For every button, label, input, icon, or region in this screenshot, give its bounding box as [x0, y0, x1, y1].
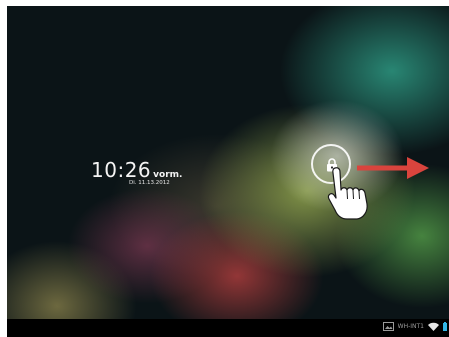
system-bar: WH-INT1 — [7, 319, 449, 337]
clock-date: Di. 11.13.2012 — [129, 180, 170, 186]
lock-screen: 10:26 vorm. Di. 11.13.2012 — [7, 6, 449, 319]
status-area: WH-INT1 — [382, 322, 447, 331]
arrow-right-icon — [357, 157, 429, 179]
wifi-icon — [428, 322, 439, 331]
gallery-icon — [382, 322, 394, 331]
battery-icon — [443, 322, 447, 331]
network-label: WH-INT1 — [397, 323, 424, 330]
clock-time: 10:26 — [91, 158, 152, 182]
clock-ampm: vorm. — [153, 170, 183, 180]
clock: 10:26 vorm. — [91, 158, 182, 182]
